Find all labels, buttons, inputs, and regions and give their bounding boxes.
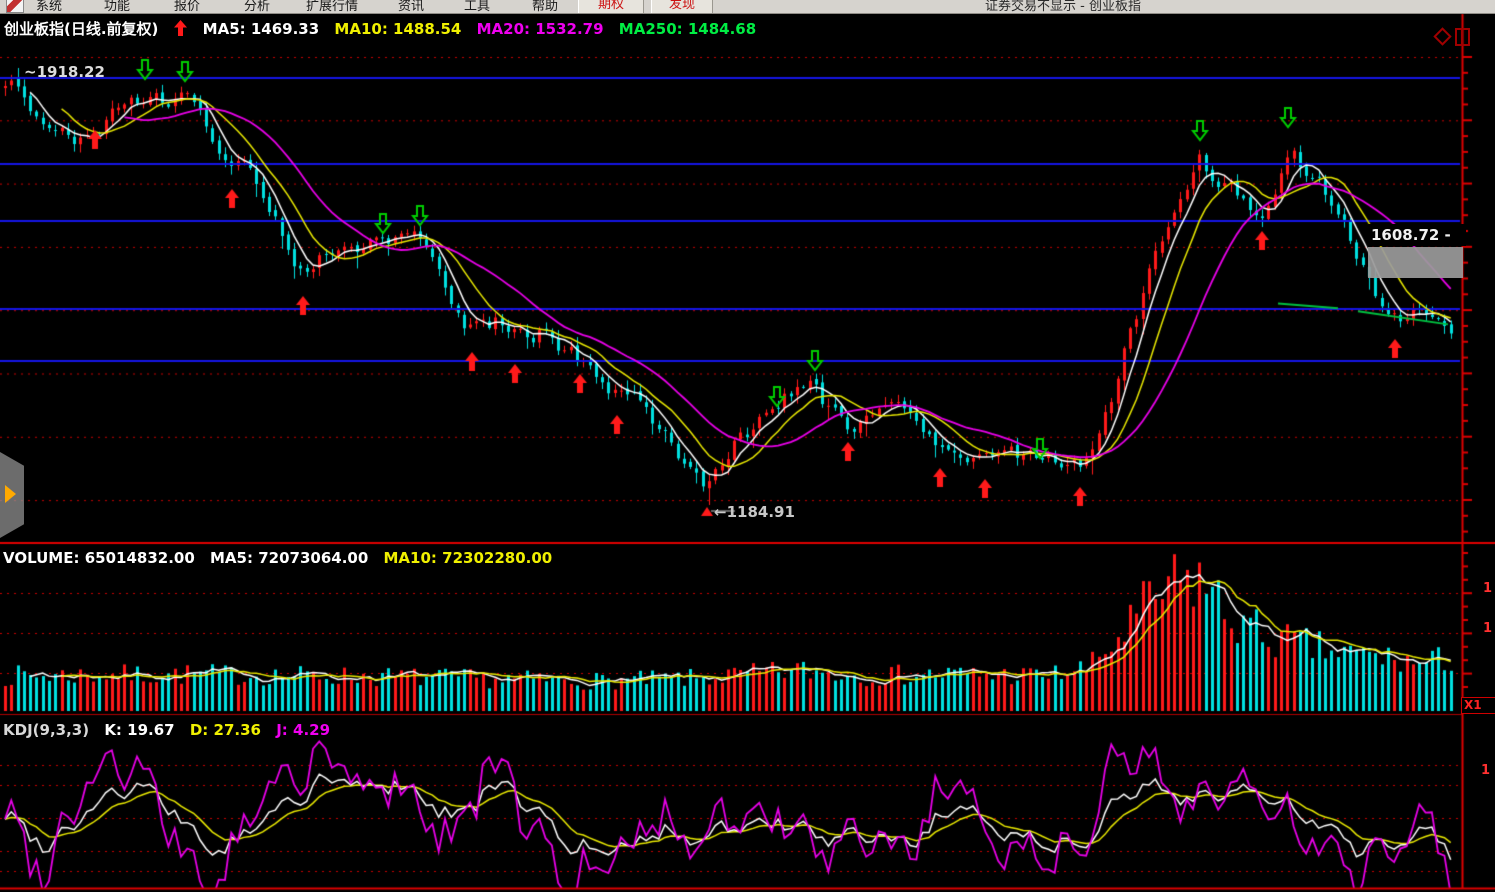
menu-item-function[interactable]: 功能 — [104, 0, 130, 14]
ma20-readout: MA20: 1532.79 — [477, 20, 604, 38]
ma250-readout: MA250: 1484.68 — [619, 20, 756, 38]
menu-item-system[interactable]: 系统 — [36, 0, 62, 14]
kdj-params-label: KDJ(9,3,3) — [3, 721, 89, 739]
menu-item-options[interactable]: 期权 — [578, 0, 644, 14]
menu-item-help[interactable]: 帮助 — [532, 0, 558, 14]
low-price-label: ←1184.91 — [714, 503, 795, 521]
ma10-readout: MA10: 1488.54 — [334, 20, 461, 38]
chart-title: 创业板指(日线.前复权) — [4, 20, 158, 38]
kdj-k-readout: K: 19.67 — [104, 721, 174, 739]
ma5-readout: MA5: 1469.33 — [203, 20, 320, 38]
volume-pane-header: VOLUME: 65014832.00 MA5: 72073064.00 MA1… — [3, 549, 562, 567]
volume-unit-label: X1 — [1461, 697, 1495, 714]
kdj-d-readout: D: 27.36 — [190, 721, 261, 739]
expand-arrow-icon — [5, 485, 16, 503]
menu-item-discover[interactable]: 发现 — [651, 0, 713, 14]
volume-readout: VOLUME: 65014832.00 — [3, 549, 195, 567]
menu-bar: 系统 功能 报价 分析 扩展行情 资讯 工具 帮助 期权 发现 证券交易不显示 … — [0, 0, 1495, 14]
kdj-pane-header: KDJ(9,3,3) K: 19.67 D: 27.36 J: 4.29 — [3, 721, 340, 739]
main-chart-header: 创业板指(日线.前复权) MA5: 1469.33 MA10: 1488.54 … — [4, 18, 766, 40]
app-logo-icon[interactable] — [6, 0, 24, 13]
chart-corner-controls — [1433, 27, 1479, 45]
menu-item-analysis[interactable]: 分析 — [244, 0, 270, 14]
diamond-icon[interactable] — [1433, 27, 1451, 45]
chart-canvas[interactable] — [0, 0, 1495, 892]
panel-expander[interactable] — [0, 452, 24, 538]
axis-label: 1 — [1481, 763, 1490, 778]
menu-item-quotes[interactable]: 报价 — [174, 0, 200, 14]
window-title: 证券交易不显示 - 创业板指 — [985, 0, 1141, 14]
kdj-j-readout: J: 4.29 — [276, 721, 330, 739]
menu-item-news[interactable]: 资讯 — [398, 0, 424, 14]
axis-label: 1 — [1483, 581, 1492, 596]
volume-ma5-readout: MA5: 72073064.00 — [210, 549, 368, 567]
trading-app-window: 系统 功能 报价 分析 扩展行情 资讯 工具 帮助 期权 发现 证券交易不显示 … — [0, 0, 1495, 892]
high-price-label: ~1918.22 — [24, 63, 105, 81]
axis-label: 1 — [1483, 621, 1492, 636]
menu-item-tools[interactable]: 工具 — [464, 0, 490, 14]
menu-item-extended-quote[interactable]: 扩展行情 — [306, 0, 358, 14]
highlight-box — [1368, 247, 1463, 278]
trend-up-icon — [174, 20, 187, 40]
volume-ma10-readout: MA10: 72302280.00 — [384, 549, 553, 567]
window-icon[interactable] — [1455, 28, 1470, 46]
price-tooltip: 1608.72 - 1 — [1368, 224, 1466, 246]
